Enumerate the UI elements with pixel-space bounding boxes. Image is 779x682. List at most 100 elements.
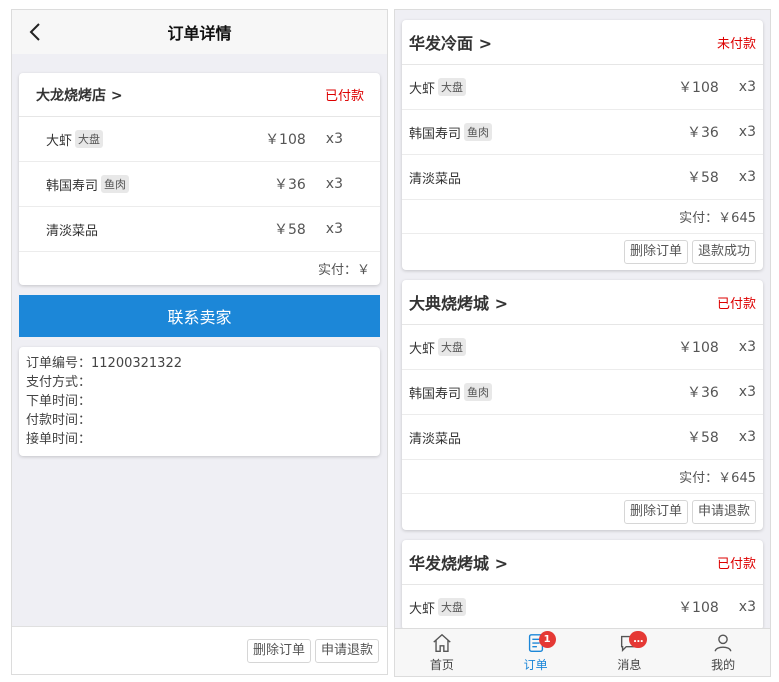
order-actions: 删除订单 退款成功	[402, 234, 763, 270]
order-actions: 删除订单 申请退款	[402, 494, 763, 530]
item-qty: x3	[738, 79, 756, 95]
item-name: 韩国寿司	[409, 386, 462, 402]
item-price: ￥108	[678, 340, 719, 356]
tab-label: 消息	[617, 658, 642, 672]
paid-amount: 实付：￥645	[679, 471, 756, 486]
order-card: 大龙烧烤店 > 已付款 大虾 大盘 ￥108 x3 韩国寿司 鱼肉 ￥36 x3 清…	[19, 73, 380, 285]
delete-order-button[interactable]: 删除订单	[246, 638, 311, 663]
item-qty: x3	[738, 339, 756, 355]
item-tag: 鱼肉	[464, 123, 493, 141]
order-card[interactable]: 大典烧烤城 > 已付款 大虾 大盘 ￥108 x3 韩国寿司 鱼肉 ￥36 x3 清…	[402, 280, 763, 530]
order-card-header: 华发烧烤城 > 已付款	[402, 540, 763, 585]
item-price: ￥36	[273, 177, 306, 193]
order-status: 已付款	[716, 556, 756, 572]
top-nav-bar: 订单详情	[12, 10, 387, 54]
item-name: 大虾	[409, 341, 436, 357]
order-info-card: 订单编号：11200321322 支付方式： 下单时间： 付款时间： 接单时间：	[19, 347, 380, 456]
item-name: 大虾	[409, 601, 436, 617]
item-price: ￥36	[686, 385, 719, 401]
bottom-tab-bar: 首页 订单 1 消息 … 我的	[395, 628, 770, 676]
item-name: 韩国寿司	[409, 126, 462, 142]
delete-order-button[interactable]: 删除订单	[623, 500, 688, 524]
home-icon	[433, 633, 451, 652]
shop-name-link[interactable]: 华发冷面 >	[409, 30, 492, 54]
item-tag: 大盘	[75, 130, 104, 148]
payment-method: 支付方式：	[26, 375, 92, 390]
orders-badge: 1	[538, 631, 556, 648]
tab-messages[interactable]: 消息 …	[583, 629, 677, 676]
tab-orders[interactable]: 订单 1	[489, 629, 583, 676]
item-tag: 大盘	[438, 598, 467, 616]
request-refund-button[interactable]: 申请退款	[691, 500, 756, 524]
paid-amount: 实付：￥	[317, 263, 370, 278]
item-price: ￥108	[678, 80, 719, 96]
list-item: 大虾 大盘 ￥108 x3	[402, 585, 763, 628]
item-price: ￥58	[686, 430, 719, 446]
item-tag: 鱼肉	[101, 175, 130, 193]
order-card[interactable]: 华发烧烤城 > 已付款 大虾 大盘 ￥108 x3	[402, 540, 763, 628]
paid-total: 实付：￥	[19, 252, 380, 285]
item-price: ￥58	[273, 222, 306, 238]
item-qty: x3	[738, 429, 756, 445]
list-item: 清淡菜品 ￥58 x3	[402, 415, 763, 460]
order-list: 华发冷面 > 未付款 大虾 大盘 ￥108 x3 韩国寿司 鱼肉 ￥36 x3 清淡…	[395, 10, 770, 628]
list-item: 清淡菜品 ￥58 x3	[402, 155, 763, 200]
item-tag: 大盘	[438, 338, 467, 356]
list-item: 大虾 大盘 ￥108 x3	[19, 117, 380, 162]
item-price: ￥108	[265, 132, 306, 148]
item-name: 清淡菜品	[409, 431, 462, 447]
list-item: 大虾 大盘 ￥108 x3	[402, 65, 763, 110]
item-qty: x3	[738, 124, 756, 140]
accept-time: 接单时间：	[26, 432, 92, 447]
item-name: 大虾	[46, 133, 73, 149]
shop-name-link[interactable]: 大典烧烤城 >	[409, 290, 508, 314]
order-status: 已付款	[324, 89, 364, 104]
item-name: 大虾	[409, 81, 436, 97]
order-status: 已付款	[716, 296, 756, 312]
list-item: 韩国寿司 鱼肉 ￥36 x3	[402, 110, 763, 155]
order-status: 未付款	[716, 36, 756, 52]
order-card-header: 大典烧烤城 > 已付款	[402, 280, 763, 325]
page-title: 订单详情	[167, 24, 232, 43]
order-number: 订单编号：11200321322	[26, 356, 182, 371]
tab-label: 订单	[523, 658, 548, 672]
item-qty: x3	[325, 221, 343, 237]
order-card[interactable]: 华发冷面 > 未付款 大虾 大盘 ￥108 x3 韩国寿司 鱼肉 ￥36 x3 清淡…	[402, 20, 763, 270]
item-name: 清淡菜品	[46, 223, 99, 239]
item-qty: x3	[738, 599, 756, 615]
item-qty: x3	[738, 384, 756, 400]
list-item: 韩国寿司 鱼肉 ￥36 x3	[19, 162, 380, 207]
list-item: 大虾 大盘 ￥108 x3	[402, 325, 763, 370]
tab-label: 我的	[711, 658, 736, 672]
payment-time: 付款时间：	[26, 413, 92, 428]
item-qty: x3	[325, 131, 343, 147]
item-qty: x3	[325, 176, 343, 192]
contact-seller-button[interactable]: 联系卖家	[19, 295, 380, 337]
item-name: 清淡菜品	[409, 171, 462, 187]
tab-mine[interactable]: 我的	[676, 629, 770, 676]
paid-total: 实付：￥645	[402, 460, 763, 494]
tab-label: 首页	[429, 658, 454, 672]
order-card-header: 华发冷面 > 未付款	[402, 20, 763, 65]
paid-total: 实付：￥645	[402, 200, 763, 234]
order-list-screen: 华发冷面 > 未付款 大虾 大盘 ￥108 x3 韩国寿司 鱼肉 ￥36 x3 清淡…	[394, 9, 771, 677]
list-item: 清淡菜品 ￥58 x3	[19, 207, 380, 252]
back-arrow-icon[interactable]	[26, 21, 46, 43]
item-name: 韩国寿司	[46, 178, 99, 194]
refund-status-button[interactable]: 退款成功	[691, 240, 756, 264]
order-card-header: 大龙烧烤店 > 已付款	[19, 73, 380, 117]
request-refund-button[interactable]: 申请退款	[314, 638, 379, 663]
shop-name-link[interactable]: 大龙烧烤店 >	[36, 85, 123, 105]
delete-order-button[interactable]: 删除订单	[623, 240, 688, 264]
list-item: 韩国寿司 鱼肉 ￥36 x3	[402, 370, 763, 415]
item-price: ￥58	[686, 170, 719, 186]
item-qty: x3	[738, 169, 756, 185]
order-time: 下单时间：	[26, 394, 92, 409]
order-detail-screen: 订单详情 大龙烧烤店 > 已付款 大虾 大盘 ￥108 x3 韩国寿司 鱼肉 ￥36…	[11, 9, 388, 675]
tab-home[interactable]: 首页	[395, 629, 489, 676]
shop-name-link[interactable]: 华发烧烤城 >	[409, 550, 508, 574]
item-tag: 鱼肉	[464, 383, 493, 401]
item-tag: 大盘	[438, 78, 467, 96]
paid-amount: 实付：￥645	[679, 211, 756, 226]
user-icon	[714, 634, 732, 652]
